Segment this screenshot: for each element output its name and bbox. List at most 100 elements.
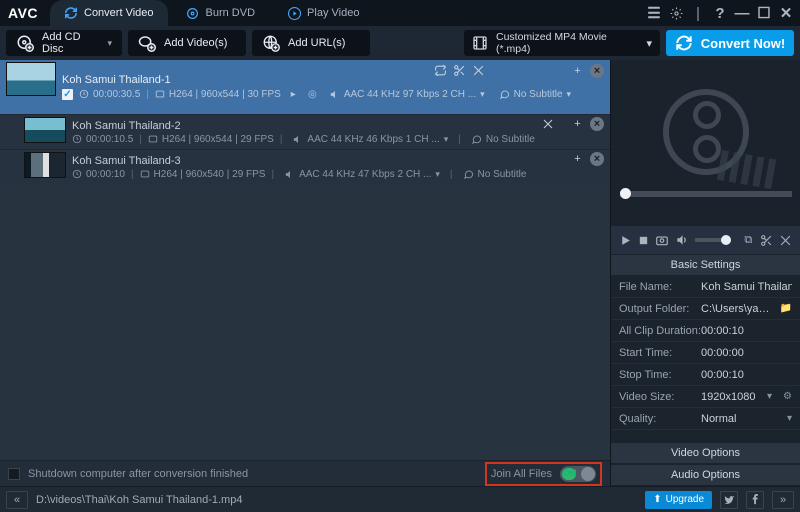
preview-controls: ⧉	[611, 226, 800, 254]
add-cd-disc-button[interactable]: Add CD Disc ▾	[6, 30, 122, 56]
twitter-icon[interactable]	[720, 491, 738, 509]
next-button[interactable]: »	[772, 491, 794, 509]
scissors-icon[interactable]	[453, 64, 466, 77]
list-footer: Shutdown computer after conversion finis…	[0, 460, 610, 486]
scissors-icon[interactable]	[760, 233, 773, 248]
upgrade-button[interactable]: ⬆ Upgrade	[645, 491, 712, 509]
link-icon[interactable]: ⧉	[743, 233, 754, 248]
file-name: Koh Samui Thailand-3	[72, 155, 604, 167]
chevron-down-icon: ▾	[767, 391, 772, 402]
volume-icon[interactable]	[675, 233, 689, 248]
checkbox[interactable]: ✓	[62, 89, 73, 100]
preview-timeline[interactable]	[620, 191, 792, 197]
tab-burn-dvd[interactable]: Burn DVD	[172, 0, 270, 26]
file-row[interactable]: Koh Samui Thailand-2 00:00:10.5 | H264 |…	[0, 114, 610, 149]
shutdown-checkbox[interactable]	[8, 468, 20, 480]
subtitle-select[interactable]: No Subtitle	[467, 134, 539, 145]
prev-button[interactable]: «	[6, 491, 28, 509]
duration-label: 00:00:10	[72, 169, 125, 180]
file-name: Koh Samui Thailand-1	[62, 74, 604, 86]
join-all-files-toggle[interactable]: ON	[560, 466, 596, 482]
chevron-down-icon: ▾	[646, 37, 652, 50]
stop-button[interactable]	[638, 233, 649, 248]
tab-label: Burn DVD	[206, 7, 256, 19]
subtitle-select[interactable]: No Subtitle	[459, 169, 531, 180]
add-urls-button[interactable]: Add URL(s)	[252, 30, 370, 56]
stop-time-value[interactable]: 00:00:10	[701, 369, 792, 381]
video-options-header[interactable]: Video Options	[611, 442, 800, 464]
close-icon[interactable]: ✕	[778, 5, 794, 21]
duration-label: 00:00:10.5	[72, 134, 133, 145]
video-thumbnail	[24, 117, 66, 143]
edit-icon[interactable]	[472, 64, 485, 77]
video-size-select[interactable]: 1920x1080▾ ⚙	[701, 391, 792, 403]
gear-icon[interactable]: ⚙	[783, 391, 792, 402]
audio-options-header[interactable]: Audio Options	[611, 464, 800, 486]
help-icon[interactable]: ?	[712, 5, 728, 21]
video-info: H264 | 960x544 | 30 FPS	[155, 89, 281, 100]
globe-icon	[262, 34, 280, 52]
filename-value[interactable]: Koh Samui Thailand-1	[701, 281, 792, 293]
audio-select[interactable]: AAC 44 KHz 47 Kbps 2 CH ...▾	[280, 169, 444, 180]
settings-icon[interactable]	[668, 5, 684, 21]
convert-icon	[675, 34, 693, 52]
disc-icon	[186, 6, 200, 20]
target-icon: ◎	[306, 88, 319, 101]
file-list-panel: Koh Samui Thailand-1 ✓ 00:00:30.5 | H264…	[0, 60, 610, 486]
chevron-down-icon: ▾	[787, 413, 792, 424]
tab-label: Play Video	[307, 7, 359, 19]
status-bar: « D:\videos\Thai\Koh Samui Thailand-1.mp…	[0, 486, 800, 512]
video-info: H264 | 960x540 | 29 FPS	[140, 169, 266, 180]
add-icon[interactable]: +	[571, 153, 584, 166]
audio-select[interactable]: AAC 44 KHz 97 Kbps 2 CH ...▾	[325, 89, 489, 100]
loop-icon[interactable]	[434, 64, 447, 77]
duration-label: 00:00:30.5	[79, 89, 140, 100]
settings-panel: Basic Settings File Name:Koh Samui Thail…	[611, 254, 800, 486]
minimize-icon[interactable]: —	[734, 5, 750, 21]
tab-convert-video[interactable]: Convert Video	[50, 0, 168, 26]
video-thumbnail	[6, 62, 56, 96]
video-thumbnail	[24, 152, 66, 178]
app-logo: AVC	[8, 5, 46, 21]
join-all-files-label: Join All Files	[491, 468, 552, 480]
snapshot-button[interactable]	[655, 233, 669, 248]
right-panel: ⧉ Basic Settings File Name:Koh Samui Tha…	[610, 60, 800, 486]
tab-label: Convert Video	[84, 7, 154, 19]
crop-icon[interactable]	[779, 233, 792, 248]
join-all-files-callout: Join All Files ON	[485, 462, 602, 486]
remove-button[interactable]: ×	[590, 64, 604, 78]
chevron-down-icon: ▾	[107, 38, 112, 49]
output-profile-select[interactable]: Customized MP4 Movie (*.mp4) ▾	[464, 30, 660, 56]
toolbar: Add CD Disc ▾ Add Video(s) Add URL(s) Cu…	[0, 26, 800, 60]
maximize-icon[interactable]: ☐	[756, 5, 772, 21]
play-button[interactable]	[619, 233, 632, 248]
add-videos-button[interactable]: Add Video(s)	[128, 30, 246, 56]
facebook-icon[interactable]	[746, 491, 764, 509]
play-icon	[287, 6, 301, 20]
quality-select[interactable]: Normal▾	[701, 413, 792, 425]
file-row[interactable]: Koh Samui Thailand-1 ✓ 00:00:30.5 | H264…	[0, 60, 610, 114]
subtitle-select[interactable]: No Subtitle▾	[495, 89, 575, 100]
folder-icon[interactable]: 📁	[780, 303, 792, 314]
add-video-icon	[138, 34, 156, 52]
file-name: Koh Samui Thailand-2	[72, 120, 604, 132]
convert-now-button[interactable]: Convert Now!	[666, 30, 794, 56]
arrow-right-icon: ▸	[287, 88, 300, 101]
add-icon[interactable]: +	[571, 118, 584, 131]
film-reel-icon	[663, 89, 749, 175]
edit-icon[interactable]	[541, 117, 554, 130]
film-icon	[472, 35, 488, 51]
basic-settings-header[interactable]: Basic Settings	[611, 254, 800, 276]
menu-icon[interactable]: ☰	[646, 5, 662, 21]
audio-select[interactable]: AAC 44 KHz 46 Kbps 1 CH ...▾	[288, 134, 452, 145]
remove-button[interactable]: ×	[590, 117, 604, 131]
remove-button[interactable]: ×	[590, 152, 604, 166]
preview-area	[611, 60, 800, 226]
start-time-value[interactable]: 00:00:00	[701, 347, 792, 359]
file-row[interactable]: Koh Samui Thailand-3 00:00:10 | H264 | 9…	[0, 149, 610, 184]
tab-play-video[interactable]: Play Video	[273, 0, 373, 26]
output-folder-value[interactable]: C:\Users\yangh\Videos...📁	[701, 303, 792, 315]
add-icon[interactable]: +	[571, 65, 584, 78]
add-disc-icon	[16, 34, 34, 52]
volume-slider[interactable]	[695, 238, 730, 242]
